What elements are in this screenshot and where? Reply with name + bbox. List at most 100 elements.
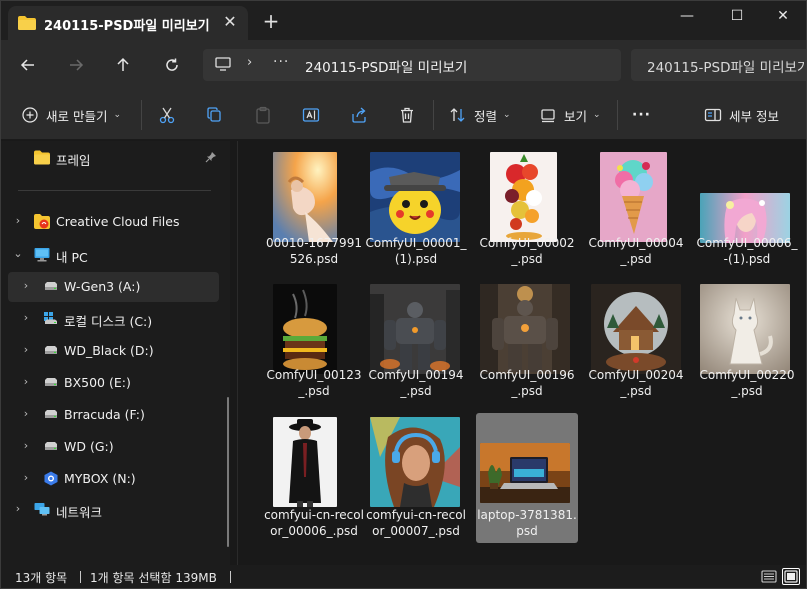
address-row: › ··· 240115-PSD파일 미리보기 240115-PSD파일 미리보… bbox=[0, 40, 807, 90]
rename-button[interactable] bbox=[302, 104, 320, 126]
file-item[interactable]: ComfyUI_00006_-(1).psd bbox=[696, 141, 798, 271]
sidebar-item-network[interactable]: › 네트워크 bbox=[8, 495, 219, 525]
maximize-button[interactable]: ☐ bbox=[719, 5, 755, 27]
item-count: 13개 항목 bbox=[15, 571, 68, 585]
sidebar-item-drive-a[interactable]: › W-Gen3 (A:) bbox=[8, 272, 219, 302]
details-pane-button[interactable]: 세부 정보 bbox=[704, 104, 779, 126]
file-name: 00010-1677991526.psd bbox=[266, 236, 362, 266]
copy-button[interactable] bbox=[206, 104, 224, 126]
file-item[interactable]: ComfyUI_00196_.psd bbox=[476, 273, 578, 403]
sidebar-item-label: 내 PC bbox=[56, 250, 88, 265]
back-button[interactable] bbox=[15, 52, 41, 78]
chevron-down-icon: ⌄ bbox=[113, 110, 122, 120]
plus-circle-icon bbox=[22, 107, 38, 123]
tab-title: 240115-PSD파일 미리보기 bbox=[44, 19, 210, 34]
drive-icon bbox=[45, 378, 57, 386]
file-name: comfyui-cn-recolor_00006_.psd bbox=[264, 508, 364, 538]
chevron-down-icon: ⌄ bbox=[503, 110, 511, 120]
chevron-right-icon[interactable]: › bbox=[20, 375, 32, 388]
file-thumbnail bbox=[480, 284, 570, 374]
forward-button[interactable] bbox=[63, 52, 89, 78]
status-divider bbox=[230, 571, 231, 583]
search-box[interactable]: 240115-PSD파일 미리보기 검색 bbox=[631, 49, 807, 81]
paste-button[interactable] bbox=[254, 104, 272, 126]
tab-close-icon[interactable]: ✕ bbox=[220, 12, 240, 32]
title-bar: 240115-PSD파일 미리보기 ✕ + — ☐ ✕ bbox=[0, 0, 807, 40]
file-item[interactable]: ComfyUI_00002_.psd bbox=[476, 141, 578, 271]
chevron-right-icon[interactable]: › bbox=[12, 214, 24, 227]
file-thumbnail bbox=[273, 284, 337, 374]
windows-drive-icon bbox=[44, 312, 57, 324]
chevron-right-icon[interactable]: › bbox=[20, 407, 32, 420]
details-label: 세부 정보 bbox=[729, 108, 779, 124]
file-item[interactable]: ComfyUI_00004_.psd bbox=[585, 141, 687, 271]
new-tab-button[interactable]: + bbox=[262, 11, 280, 31]
chevron-right-icon[interactable]: › bbox=[20, 311, 32, 324]
file-item[interactable]: comfyui-cn-recolor_00007_.psd bbox=[365, 413, 467, 543]
more-options-button[interactable]: ··· bbox=[632, 104, 651, 126]
file-item-selected[interactable]: laptop-3781381.psd bbox=[476, 413, 578, 543]
sidebar-item-drive-c[interactable]: › 로컬 디스크 (C:) bbox=[8, 304, 219, 334]
file-thumbnail bbox=[273, 152, 337, 242]
new-button-label: 새로 만들기 bbox=[46, 108, 108, 124]
file-item[interactable]: ComfyUI_00001_(1).psd bbox=[365, 141, 467, 271]
new-button[interactable]: 새로 만들기 ⌄ bbox=[22, 104, 121, 126]
thumbnail-view-icon bbox=[784, 570, 798, 583]
sidebar-item-drive-g[interactable]: › WD (G:) bbox=[8, 432, 219, 462]
share-icon bbox=[352, 107, 366, 123]
sidebar-item-label: Creative Cloud Files bbox=[56, 214, 180, 229]
share-button[interactable] bbox=[350, 104, 368, 126]
file-item[interactable]: ComfyUI_00204_.psd bbox=[585, 273, 687, 403]
file-name: comfyui-cn-recolor_00007_.psd bbox=[366, 508, 466, 538]
breadcrumb-chevron-icon[interactable]: › bbox=[247, 55, 252, 70]
file-item[interactable]: ComfyUI_00194_.psd bbox=[365, 273, 467, 403]
sidebar-item-label: 프레임 bbox=[56, 153, 91, 168]
address-bar[interactable]: › ··· 240115-PSD파일 미리보기 bbox=[203, 49, 621, 81]
sidebar-scrollbar[interactable] bbox=[227, 397, 229, 547]
rename-icon bbox=[302, 108, 320, 122]
folder-icon bbox=[34, 150, 50, 165]
pin-icon[interactable] bbox=[205, 151, 217, 163]
chevron-right-icon[interactable]: › bbox=[12, 502, 24, 515]
file-name: ComfyUI_00004_.psd bbox=[588, 236, 684, 266]
sidebar-item-drive-e[interactable]: › BX500 (E:) bbox=[8, 368, 219, 398]
refresh-icon bbox=[166, 58, 178, 71]
file-name: laptop-3781381.psd bbox=[477, 508, 577, 538]
sidebar-item-drive-f[interactable]: › Brracuda (F:) bbox=[8, 400, 219, 430]
breadcrumb-more[interactable]: ··· bbox=[273, 54, 289, 70]
search-input[interactable]: 240115-PSD파일 미리보기 검색 bbox=[647, 56, 807, 76]
close-button[interactable]: ✕ bbox=[765, 5, 801, 27]
up-button[interactable] bbox=[110, 52, 136, 78]
sort-button[interactable]: 정렬 ⌄ bbox=[449, 104, 511, 126]
breadcrumb-current[interactable]: 240115-PSD파일 미리보기 bbox=[305, 56, 467, 76]
thumbnail-view-button[interactable] bbox=[782, 568, 800, 585]
file-item[interactable]: ComfyUI_00123_.psd bbox=[263, 273, 365, 403]
minimize-button[interactable]: — bbox=[669, 5, 705, 27]
chevron-right-icon[interactable]: › bbox=[20, 439, 32, 452]
file-item[interactable]: 00010-1677991526.psd bbox=[263, 141, 365, 271]
status-bar: 13개 항목 1개 항목 선택함 139MB bbox=[0, 565, 807, 589]
computer-icon bbox=[215, 57, 231, 71]
delete-button[interactable] bbox=[398, 104, 416, 126]
sidebar-item-frame[interactable]: 프레임 bbox=[8, 143, 219, 173]
sort-icon bbox=[450, 108, 465, 122]
sidebar-item-creative-cloud[interactable]: › Creative Cloud Files bbox=[8, 207, 219, 237]
up-arrow-icon bbox=[117, 57, 129, 71]
sidebar-item-drive-d[interactable]: › WD_Black (D:) bbox=[8, 336, 219, 366]
sidebar-item-this-pc[interactable]: ⌄ 내 PC bbox=[8, 240, 219, 270]
chevron-right-icon[interactable]: › bbox=[20, 343, 32, 356]
tab-current[interactable]: 240115-PSD파일 미리보기 ✕ bbox=[8, 6, 248, 40]
view-button[interactable]: 보기 ⌄ bbox=[539, 104, 601, 126]
view-label: 보기 bbox=[564, 108, 588, 124]
sidebar-item-label: MYBOX (N:) bbox=[64, 471, 136, 486]
chevron-down-icon[interactable]: ⌄ bbox=[12, 247, 24, 260]
cut-button[interactable] bbox=[158, 104, 176, 126]
file-item[interactable]: comfyui-cn-recolor_00006_.psd bbox=[263, 413, 365, 543]
file-item[interactable]: ComfyUI_00220_.psd bbox=[696, 273, 798, 403]
chevron-right-icon[interactable]: › bbox=[20, 279, 32, 292]
refresh-button[interactable] bbox=[159, 52, 185, 78]
file-thumbnail bbox=[370, 152, 460, 242]
chevron-right-icon[interactable]: › bbox=[20, 471, 32, 484]
details-view-button[interactable] bbox=[760, 568, 778, 585]
sidebar-item-drive-n[interactable]: › MYBOX (N:) bbox=[8, 464, 219, 494]
